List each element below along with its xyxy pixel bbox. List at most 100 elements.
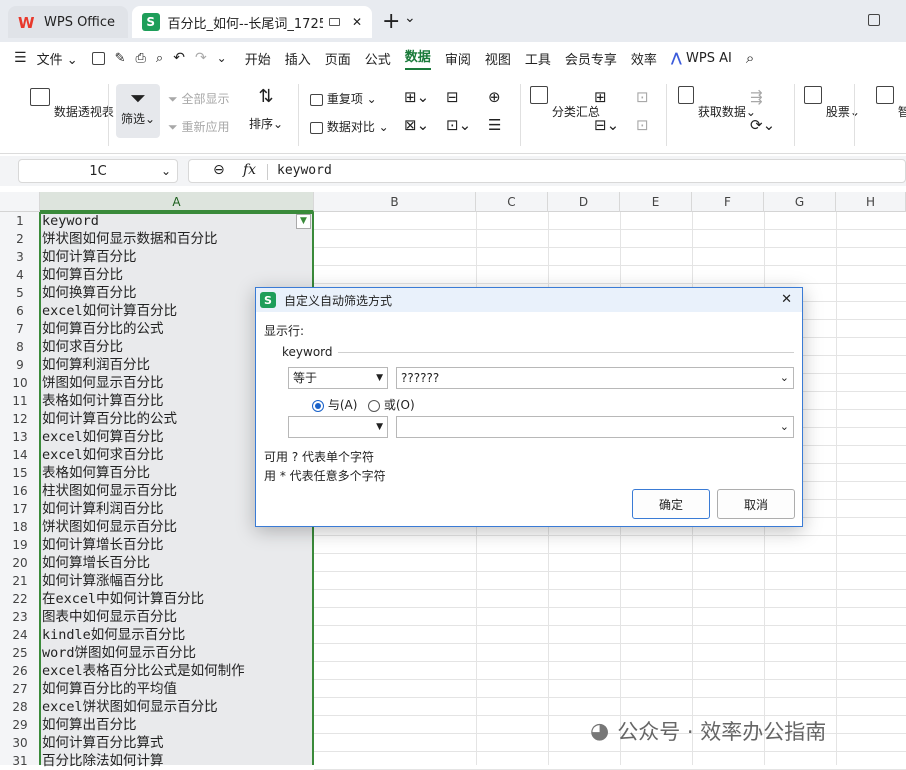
undo-icon[interactable]: ↶ [173, 50, 185, 66]
quick-access-chevron-icon[interactable]: ⌄ [217, 51, 227, 65]
condition2-value-chevron-icon[interactable]: ⌄ [780, 417, 789, 437]
connections-icon[interactable]: ⇶ [750, 88, 763, 106]
menu-page[interactable]: 页面 [325, 49, 351, 68]
fx-icon[interactable]: fx [243, 162, 256, 178]
row-header[interactable]: 30 [0, 734, 40, 752]
row-header[interactable]: 12 [0, 410, 40, 428]
autofilter-dropdown-button[interactable]: ▼ [296, 214, 311, 229]
row-header[interactable]: 13 [0, 428, 40, 446]
or-radio[interactable]: 或(O) [368, 396, 415, 413]
column-header-d[interactable]: D [548, 192, 620, 212]
row-header[interactable]: 15 [0, 464, 40, 482]
sort-button[interactable]: ⇅ 排序⌄ [246, 86, 286, 132]
subtotal-button[interactable]: 分类汇总 [530, 86, 600, 120]
row-header[interactable]: 26 [0, 662, 40, 680]
row-header[interactable]: 27 [0, 680, 40, 698]
condition2-value-input[interactable]: ⌄ [396, 416, 794, 438]
print-icon[interactable]: ⎙ [136, 51, 146, 66]
menu-view[interactable]: 视图 [485, 49, 511, 68]
row-header[interactable]: 16 [0, 482, 40, 500]
condition1-operator-select[interactable]: 等于 ▼ [288, 367, 388, 389]
row-header[interactable]: 20 [0, 554, 40, 572]
tab-wps-office[interactable]: W WPS Office [8, 6, 128, 38]
redo-icon[interactable]: ↷ [195, 50, 207, 66]
row-header[interactable]: 29 [0, 716, 40, 734]
show-all-button[interactable]: ⏷ 全部显示 [168, 90, 229, 107]
select-all-corner[interactable] [0, 192, 40, 212]
tab-document[interactable]: S 百分比_如何--长尾词_172587 ✕ [132, 6, 372, 38]
filter-button[interactable]: ⏷ 筛选⌄ [116, 84, 160, 138]
row-header[interactable]: 9 [0, 356, 40, 374]
delete-duplicates-icon[interactable]: ⊠⌄ [404, 116, 429, 134]
group-icon[interactable]: ⊞ [594, 88, 607, 106]
menu-file[interactable]: 文件 ⌄ [37, 49, 78, 68]
row-header[interactable]: 11 [0, 392, 40, 410]
row-header[interactable]: 10 [0, 374, 40, 392]
ok-button[interactable]: 确定 [632, 489, 710, 519]
row-header[interactable]: 31 [0, 752, 40, 770]
tab-close-icon[interactable]: ✕ [352, 15, 362, 29]
refresh-icon[interactable]: ⟳⌄ [750, 116, 775, 134]
new-tab-button[interactable]: + [382, 9, 400, 34]
row-header[interactable]: 22 [0, 590, 40, 608]
insert-dropdown-icon[interactable]: ⊕ [488, 88, 501, 106]
reapply-button[interactable]: ⏷ 重新应用 [168, 118, 229, 135]
search-icon[interactable]: ⌕ [746, 49, 754, 67]
hide-detail-icon[interactable]: ⊡ [636, 116, 649, 134]
menu-efficiency[interactable]: 效率 [631, 49, 657, 68]
row-header[interactable]: 17 [0, 500, 40, 518]
name-box[interactable]: 1C ⌄ [18, 159, 178, 183]
stocks-button[interactable]: 股票⌄ [804, 86, 860, 120]
column-header-a[interactable]: A [40, 192, 314, 212]
column-header-f[interactable]: F [692, 192, 764, 212]
fill-down-icon[interactable]: ⊡⌄ [446, 116, 471, 134]
menu-formula[interactable]: 公式 [365, 49, 391, 68]
row-header[interactable]: 24 [0, 626, 40, 644]
row-header[interactable]: 19 [0, 536, 40, 554]
row-header[interactable]: 6 [0, 302, 40, 320]
show-detail-icon[interactable]: ⊡ [636, 88, 649, 106]
menu-insert[interactable]: 插入 [285, 49, 311, 68]
row-header[interactable]: 7 [0, 320, 40, 338]
ungroup-icon[interactable]: ⊟⌄ [594, 116, 619, 134]
row-header[interactable]: 4 [0, 266, 40, 284]
dialog-close-icon[interactable]: ✕ [781, 292, 792, 307]
condition2-operator-select[interactable]: ▼ [288, 416, 388, 438]
record-form-icon[interactable]: ☰ [488, 116, 501, 134]
hamburger-icon[interactable]: ☰ [14, 50, 27, 66]
menu-home[interactable]: 开始 [245, 49, 271, 68]
row-header[interactable]: 28 [0, 698, 40, 716]
menu-review[interactable]: 审阅 [445, 49, 471, 68]
column-header-e[interactable]: E [620, 192, 692, 212]
condition1-value-chevron-icon[interactable]: ⌄ [780, 368, 789, 388]
duplicates-button[interactable]: 重复项 ⌄ [310, 90, 377, 107]
tab-list-chevron-icon[interactable]: ⌄ [404, 10, 416, 26]
get-data-button[interactable]: 获取数据⌄ [678, 86, 756, 120]
column-header-g[interactable]: G [764, 192, 836, 212]
menu-member[interactable]: 会员专享 [565, 49, 617, 68]
save-icon[interactable] [91, 51, 105, 65]
print-preview-icon[interactable]: ⌕ [156, 51, 163, 66]
validation-icon[interactable]: ⊟ [446, 88, 459, 106]
smart-analysis-button[interactable]: 智能分 [866, 86, 906, 120]
menu-data[interactable]: 数据 [404, 46, 431, 70]
column-header-h[interactable]: H [836, 192, 906, 212]
row-header[interactable]: 25 [0, 644, 40, 662]
column-header-c[interactable]: C [476, 192, 548, 212]
row-header[interactable]: 23 [0, 608, 40, 626]
data-compare-button[interactable]: 数据对比 ⌄ [310, 118, 389, 135]
column-header-b[interactable]: B [314, 192, 476, 212]
row-header[interactable]: 14 [0, 446, 40, 464]
and-radio[interactable]: 与(A) [312, 396, 357, 413]
zoom-formula-icon[interactable]: ⊖ [213, 162, 225, 178]
row-header[interactable]: 18 [0, 518, 40, 536]
row-header[interactable]: 2 [0, 230, 40, 248]
row-header[interactable]: 8 [0, 338, 40, 356]
name-box-chevron-icon[interactable]: ⌄ [161, 164, 171, 178]
condition1-value-input[interactable]: ?????? ⌄ [396, 367, 794, 389]
menu-tools[interactable]: 工具 [525, 49, 551, 68]
row-header[interactable]: 21 [0, 572, 40, 590]
cancel-button[interactable]: 取消 [717, 489, 795, 519]
row-header[interactable]: 3 [0, 248, 40, 266]
window-restore-icon[interactable] [868, 14, 880, 26]
